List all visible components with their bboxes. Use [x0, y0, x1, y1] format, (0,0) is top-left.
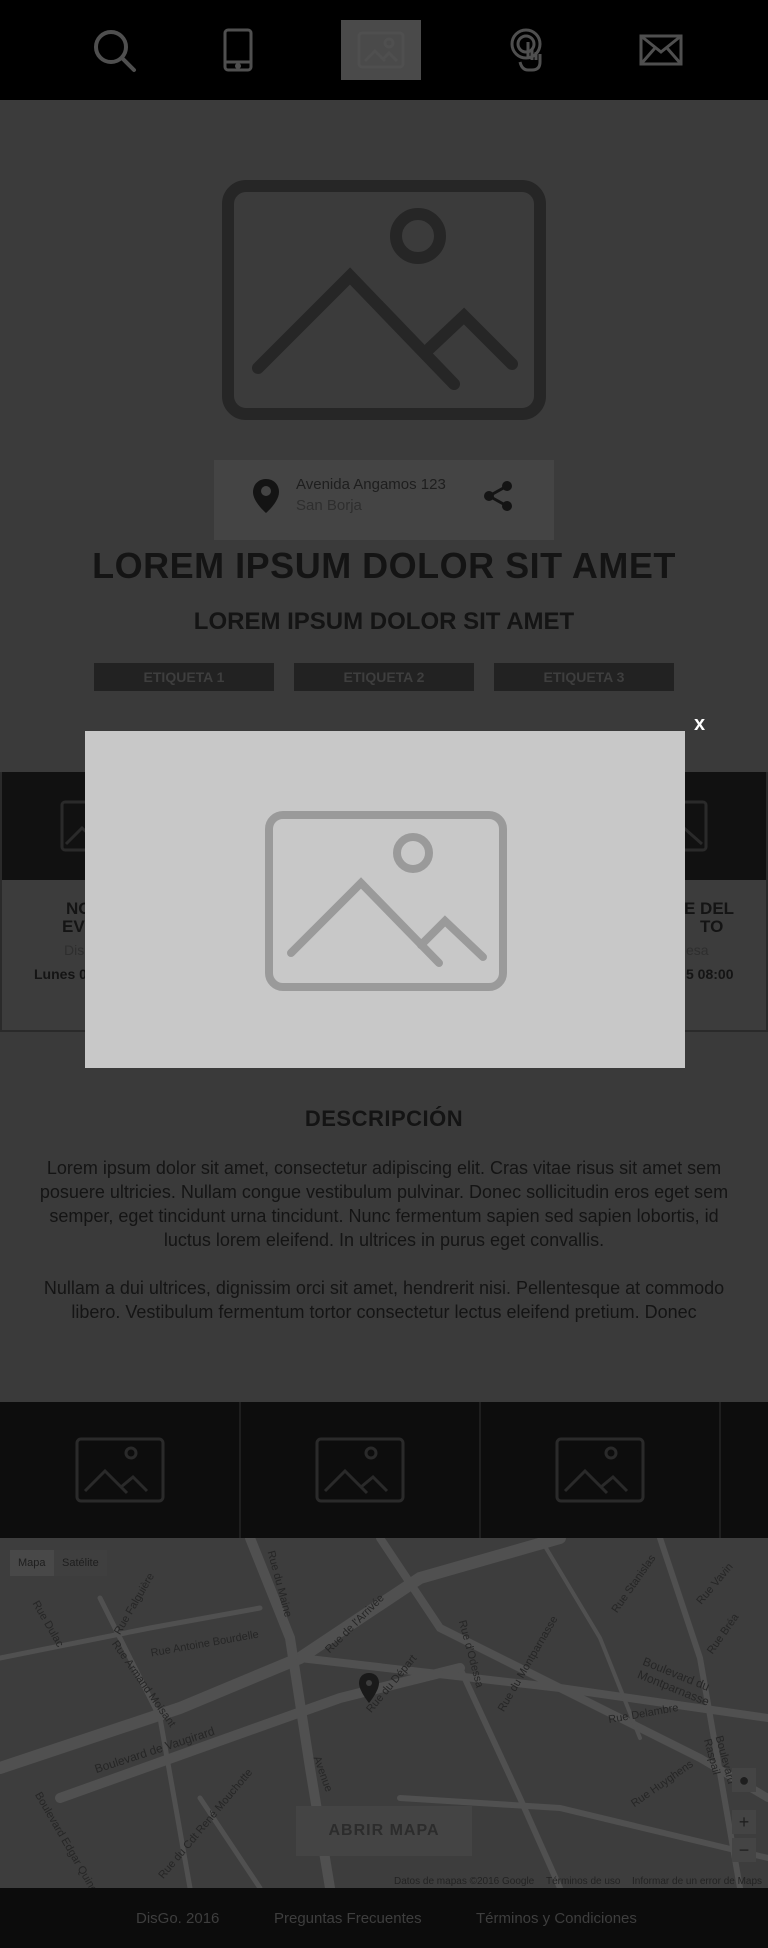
- share-icon[interactable]: [481, 479, 515, 513]
- image-placeholder-icon: [555, 1437, 645, 1503]
- tag-2[interactable]: ETIQUETA 2: [294, 663, 474, 691]
- event-subtitle: LOREM IPSUM DOLOR SIT AMET: [193, 608, 575, 635]
- image-placeholder-icon: [222, 180, 546, 420]
- nav-phone-button[interactable]: [198, 20, 278, 80]
- event-card-date: 5 08:00: [686, 966, 734, 982]
- image-icon: [357, 31, 405, 69]
- nav-gallery-button[interactable]: [341, 20, 421, 80]
- text-line: libero. Vestibulum fermentum tortor cons…: [71, 1302, 697, 1322]
- gallery-item-4[interactable]: [721, 1402, 768, 1538]
- zoom-out-button[interactable]: −: [732, 1838, 756, 1862]
- event-card-name-line1: E DEL: [684, 899, 735, 918]
- gallery-item-3[interactable]: [481, 1402, 721, 1538]
- touch-icon: [510, 28, 542, 72]
- nav-mail-button[interactable]: [621, 20, 701, 80]
- modal-close-button[interactable]: x: [694, 713, 705, 736]
- search-icon: [94, 30, 136, 72]
- address-district: San Borja: [296, 497, 362, 514]
- map-marker-icon[interactable]: [358, 1672, 380, 1704]
- map-report-link[interactable]: Informar de un error de Maps: [632, 1876, 762, 1887]
- footer-faq-link[interactable]: Preguntas Frecuentes: [274, 1910, 422, 1927]
- zoom-in-button[interactable]: +: [732, 1810, 756, 1834]
- event-card-place: Dis: [64, 942, 85, 958]
- event-card-date: Lunes 0: [34, 966, 87, 982]
- footer-terms-link[interactable]: Términos y Condiciones: [476, 1910, 637, 1927]
- map-type-map[interactable]: Mapa: [10, 1550, 54, 1576]
- mail-icon: [639, 34, 683, 66]
- street-view-pegman-icon[interactable]: ●: [732, 1768, 756, 1792]
- location-pin-icon: [253, 479, 279, 513]
- image-placeholder-icon: [75, 1437, 165, 1503]
- tag-1[interactable]: ETIQUETA 1: [94, 663, 274, 691]
- event-card-place: esa: [686, 942, 709, 958]
- nav-search-button[interactable]: [74, 20, 154, 80]
- map-terms-link[interactable]: Términos de uso: [546, 1876, 620, 1887]
- open-map-button[interactable]: ABRIR MAPA: [296, 1806, 472, 1856]
- nav-touch-button[interactable]: [492, 20, 572, 80]
- text-line: Nullam a dui ultrices, dignissim orci si…: [43, 1278, 725, 1298]
- footer-copyright: DisGo. 2016: [136, 1910, 220, 1927]
- text-line: Lorem ipsum dolor sit amet, consectetur …: [46, 1158, 722, 1178]
- image-placeholder-icon: [315, 1437, 405, 1503]
- tag-3[interactable]: ETIQUETA 3: [494, 663, 674, 691]
- address-street: Avenida Angamos 123: [296, 476, 446, 493]
- event-card-name: E DEL TO: [684, 900, 734, 936]
- phone-icon: [223, 28, 253, 72]
- event-title: LOREM IPSUM DOLOR SIT AMET: [92, 545, 676, 586]
- gallery-item-1[interactable]: [1, 1402, 241, 1538]
- text-line: luctus lorem eleifend. In ultrices in pu…: [163, 1230, 605, 1250]
- map-type-satellite[interactable]: Satélite: [54, 1550, 107, 1576]
- map-attribution: Datos de mapas ©2016 Google: [394, 1876, 535, 1887]
- image-placeholder-icon: [265, 811, 507, 991]
- gallery-item-2[interactable]: [241, 1402, 481, 1538]
- lightbox-modal[interactable]: [85, 731, 685, 1068]
- text-line: posuere ultricies. Nullam congue vestibu…: [39, 1182, 729, 1202]
- event-card-name-line2: TO: [700, 917, 724, 936]
- description-title: DESCRIPCIÓN: [304, 1106, 464, 1131]
- text-line: semper, eget tincidunt urna tincidunt. N…: [49, 1206, 719, 1226]
- description-paragraph-2: Nullam a dui ultrices, dignissim orci si…: [18, 1276, 750, 1324]
- description-paragraph-1: Lorem ipsum dolor sit amet, consectetur …: [18, 1156, 750, 1252]
